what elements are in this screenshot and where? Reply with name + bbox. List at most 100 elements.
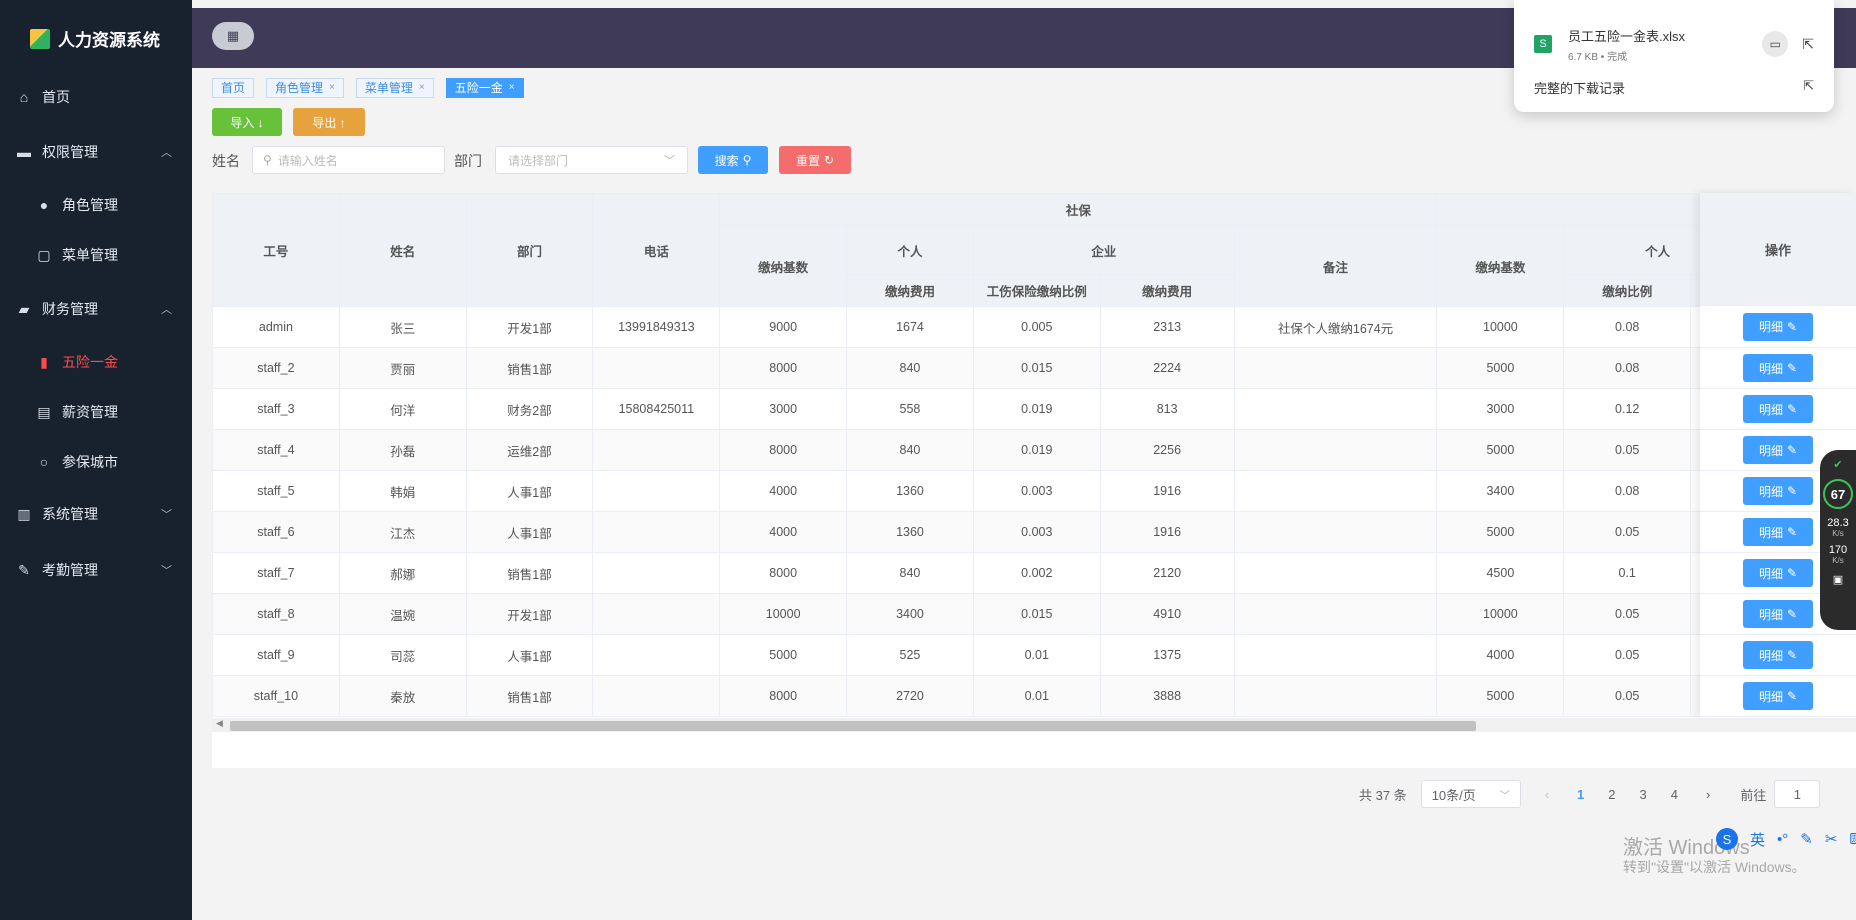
download-history-label: 完整的下载记录 [1534,81,1626,96]
next-page-icon[interactable]: › [1706,787,1710,802]
table-cell: staff_7 [212,552,340,594]
detail-button[interactable]: 明细 ✎ [1743,518,1813,546]
sidebar-item-system[interactable]: ▥ 系统管理 ﹀ [0,494,192,534]
col-header-pay-fee[interactable]: 缴纳费用 [846,274,974,307]
col-header-phone[interactable]: 电话 [592,193,721,307]
tag-insurance[interactable]: 五险一金 × [445,78,524,98]
ime-toolbar: S 英 •° ✎ ✂ ⌨ [1716,828,1856,850]
sidebar: 人力资源系统 ⌂ 首页 ▬ 权限管理 ︿ ● 角色管理 ▢ 菜单管理 ▰ 财务管… [0,0,192,920]
search-button[interactable]: 搜索 ⚲ [698,146,768,174]
sidebar-item-permissions[interactable]: ▬ 权限管理 ︿ [0,132,192,172]
scrollbar-thumb[interactable] [230,721,1476,731]
app-title: 人力资源系统 [58,31,160,50]
tag-home[interactable]: 首页 [212,78,255,98]
sidebar-item-attendance[interactable]: ✎ 考勤管理 ﹀ [0,550,192,590]
ime-punct-icon[interactable]: •° [1777,831,1788,848]
ime-lang-icon[interactable]: 英 [1750,829,1765,850]
detail-button[interactable]: 明细 ✎ [1743,600,1813,628]
col-header-op: 操作 [1700,193,1856,306]
table-cell: 8000 [719,552,848,594]
reset-button[interactable]: 重置 ↻ [779,146,851,174]
col-header-base[interactable]: 缴纳基数 [719,225,848,307]
detail-button[interactable]: 明细 ✎ [1743,477,1813,505]
download-item[interactable]: S 员工五险一金表.xlsx 6.7 KB • 完成 ▭ ⇱ [1534,22,1814,66]
page-1[interactable]: 1 [1577,787,1584,802]
page-3[interactable]: 3 [1640,787,1647,802]
tag-roles[interactable]: 角色管理 × [266,78,344,98]
col-header-ratio[interactable]: 缴纳比例 [1563,274,1692,307]
detail-button[interactable]: 明细 ✎ [1743,436,1813,464]
open-folder-icon[interactable]: ▭ [1762,31,1789,57]
external-link-icon[interactable]: ⇱ [1802,36,1814,53]
menu-doc-icon: ▢ [37,247,51,263]
edit-icon: ✎ [1786,319,1798,334]
sidebar-item-home[interactable]: ⌂ 首页 [0,77,192,117]
detail-button[interactable]: 明细 ✎ [1743,312,1813,341]
reset-label: 重置 [795,153,820,168]
name-label: 姓名 [212,153,240,169]
scroll-left-icon[interactable]: ◀ [216,718,223,729]
dept-select[interactable]: 请选择部门 ﹀ [495,146,688,174]
col-header-dept[interactable]: 部门 [465,193,594,307]
table-row[interactable]: staff_7 郝娜 销售1部 8000 840 0.002 2120 4500 0.1 [212,552,1700,594]
col-header-company-fee[interactable]: 缴纳费用 [1099,274,1235,307]
col-header-remark[interactable]: 备注 [1233,225,1438,307]
table-cell: 13991849313 [592,306,721,348]
col-header-base2[interactable]: 缴纳基数 [1436,225,1565,307]
close-icon[interactable]: × [329,79,335,97]
detail-button[interactable]: 明细 ✎ [1743,559,1813,587]
table-cell: admin [212,306,340,348]
close-icon[interactable]: × [419,79,425,97]
table-row[interactable]: staff_8 温婉 开发1部 10000 3400 0.015 4910 10000 0.05 [212,593,1700,635]
detail-button[interactable]: 明细 ✎ [1743,682,1813,710]
table-cell: 8000 [719,429,848,471]
page-2[interactable]: 2 [1608,787,1615,802]
import-button[interactable]: 导入 ↓ [212,108,282,136]
table-row[interactable]: staff_5 韩娟 人事1部 4000 1360 0.003 1916 3400 0.08 [212,470,1700,512]
page-size-select[interactable]: 10条/页 ﹀ [1420,780,1521,808]
tag-menus[interactable]: 菜单管理 × [355,78,434,98]
ime-logo-icon[interactable]: S [1716,828,1738,850]
table-row[interactable]: staff_9 司蕊 人事1部 5000 525 0.01 1375 4000 0.05 [212,634,1700,676]
table-cell: 2256 [1099,429,1235,471]
col-header-name[interactable]: 姓名 [338,193,467,307]
col-header-injury-ratio[interactable]: 工伤保险缴纳比例 [972,274,1101,307]
ime-keyboard-icon[interactable]: ⌨ [1849,830,1856,848]
ime-scissors-icon[interactable]: ✂ [1825,830,1838,848]
app-logo[interactable]: 人力资源系统 [30,26,160,51]
table-row[interactable]: staff_4 孙磊 运维2部 8000 840 0.019 2256 5000 0.05 [212,429,1700,471]
detail-button[interactable]: 明细 ✎ [1743,354,1813,382]
sidebar-item-roles[interactable]: ● 角色管理 [0,185,192,225]
table-row[interactable]: staff_10 秦放 销售1部 8000 2720 0.01 3888 5000 0.05 [212,675,1700,717]
sidebar-item-salary[interactable]: ▤ 薪资管理 [0,392,192,432]
menu-toggle-button[interactable]: ▦ [212,22,254,50]
download-file-name: 员工五险一金表.xlsx [1568,28,1686,44]
sidebar-item-cities[interactable]: ○ 参保城市 [0,442,192,482]
table-cell [1233,593,1438,635]
network-monitor-widget[interactable]: ✔ 67 28.3 K/s 170 K/s ▣ [1820,450,1856,630]
page-4[interactable]: 4 [1671,787,1678,802]
name-search-input[interactable]: ⚲ 请输入姓名 [252,146,445,174]
prev-page-icon[interactable]: ‹ [1545,787,1549,802]
close-icon[interactable]: × [509,79,515,97]
goto-page-input[interactable]: 1 [1774,780,1821,808]
detail-button[interactable]: 明细 ✎ [1743,641,1813,669]
detail-button[interactable]: 明细 ✎ [1743,395,1813,423]
table-row[interactable]: staff_6 江杰 人事1部 4000 1360 0.003 1916 5000 0.05 [212,511,1700,553]
sidebar-item-menus[interactable]: ▢ 菜单管理 [0,235,192,275]
table-cell: staff_5 [212,470,340,512]
table-row[interactable]: staff_3 何洋 财务2部 15808425011 3000 558 0.019 813 3… [212,388,1700,430]
chevron-down-icon: ﹀ [161,509,172,521]
ime-pen-icon[interactable]: ✎ [1800,830,1813,848]
table-cell: 贾丽 [338,347,467,389]
chevron-up-icon: ︿ [161,304,172,316]
export-button[interactable]: 导出 ↑ [293,108,365,136]
horizontal-scrollbar[interactable]: ◀ [212,718,1856,732]
sidebar-item-insurance[interactable]: ▮ 五险一金 [0,342,192,382]
col-header-id[interactable]: 工号 [212,193,340,307]
table-row[interactable]: staff_2 贾丽 销售1部 8000 840 0.015 2224 5000 0.08 [212,347,1700,389]
table-row[interactable]: admin 张三 开发1部 13991849313 9000 1674 0.005 2313 社… [212,306,1700,348]
download-history-link[interactable]: 完整的下载记录 ⇱ [1534,78,1814,97]
sidebar-item-finance[interactable]: ▰ 财务管理 ︿ [0,289,192,329]
table-cell: 社保个人缴纳1674元 [1233,306,1438,348]
